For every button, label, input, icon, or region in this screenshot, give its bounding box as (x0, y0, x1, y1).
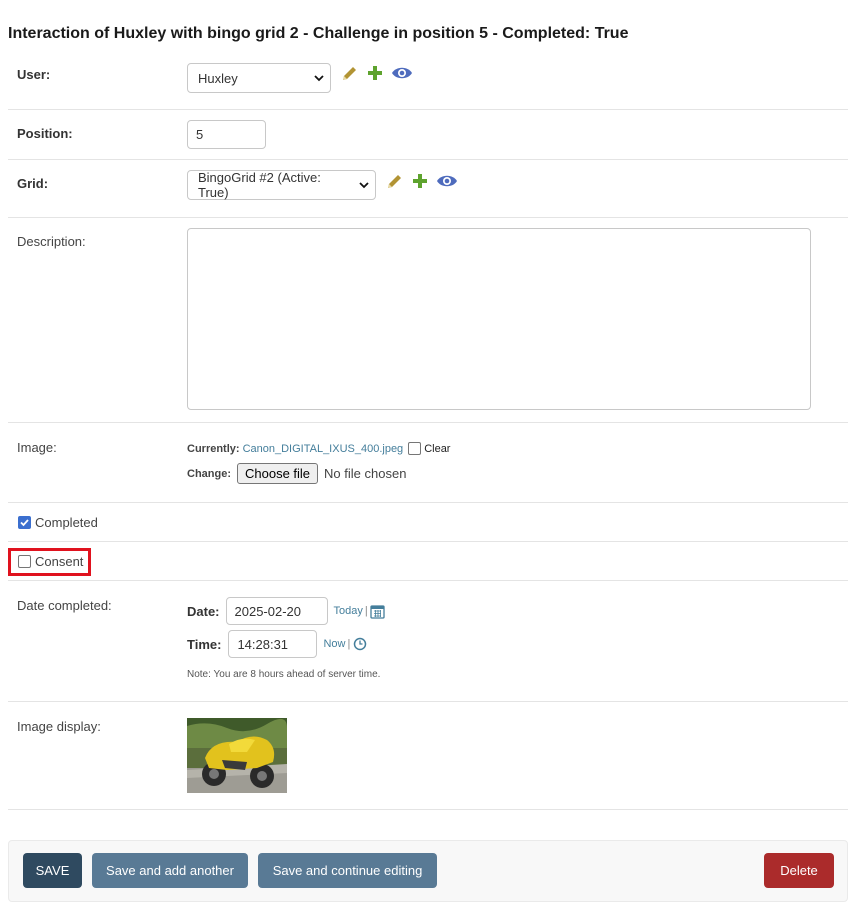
grid-select[interactable]: BingoGrid #2 (Active: True) (187, 170, 376, 200)
date-completed-label: Date completed: (17, 598, 112, 613)
checkmark-icon (20, 519, 29, 527)
description-field-wrap (187, 228, 811, 410)
grid-select-value: BingoGrid #2 (Active: True) (198, 170, 321, 200)
no-file-text: No file chosen (324, 466, 407, 481)
image-display-row: Image display: (8, 702, 848, 810)
edit-pencil-icon[interactable] (386, 172, 404, 190)
time-line: Time: 14:28:31 Now | (187, 630, 367, 658)
time-input[interactable]: 14:28:31 (228, 630, 318, 658)
chevron-down-icon (359, 182, 369, 189)
date-separator: | (364, 605, 368, 617)
add-plus-icon[interactable] (412, 173, 428, 189)
user-actions (341, 64, 413, 82)
current-file-link[interactable]: Canon_DIGITAL_IXUS_400.jpeg (243, 443, 404, 455)
time-separator: | (347, 638, 351, 650)
grid-label: Grid: (17, 176, 49, 191)
choose-file-button[interactable]: Choose file (237, 463, 319, 484)
description-row: Description: (8, 218, 848, 423)
consent-row: Consent (8, 542, 848, 581)
edit-pencil-icon[interactable] (341, 64, 359, 82)
currently-label: Currently: (187, 442, 240, 455)
completed-label: Completed (35, 515, 98, 530)
add-plus-icon[interactable] (367, 65, 383, 81)
date-completed-row: Date completed: Date: 2025-02-20 Today |… (8, 581, 848, 702)
description-textarea[interactable] (187, 228, 811, 410)
user-label: User: (17, 67, 51, 82)
image-display-label: Image display: (17, 719, 101, 734)
grid-actions (386, 172, 458, 190)
page-title: Interaction of Huxley with bingo grid 2 … (8, 25, 629, 42)
date-value: 2025-02-20 (234, 603, 302, 619)
consent-highlight-box (8, 548, 91, 576)
date-label: Date: (187, 603, 220, 619)
time-value: 14:28:31 (237, 636, 289, 652)
user-select-value: Huxley (198, 70, 238, 86)
date-line: Date: 2025-02-20 Today | (187, 597, 385, 625)
position-input[interactable]: 5 (187, 120, 266, 149)
chevron-down-icon (314, 75, 324, 82)
today-link[interactable]: Today (334, 605, 363, 617)
user-row: User: Huxley (8, 52, 848, 110)
save-and-continue-button[interactable]: Save and continue editing (258, 853, 437, 888)
position-value: 5 (196, 127, 204, 142)
now-link[interactable]: Now (323, 638, 345, 650)
clear-checkbox[interactable] (408, 442, 422, 455)
date-input[interactable]: 2025-02-20 (225, 597, 328, 625)
change-label: Change: (187, 467, 231, 480)
completed-row: Completed (8, 503, 848, 542)
position-label: Position: (17, 126, 73, 141)
image-label: Image: (17, 440, 57, 455)
description-label: Description: (17, 234, 86, 249)
position-row: Position: 5 (8, 110, 848, 160)
clock-icon[interactable] (353, 637, 367, 651)
image-current: Currently: Canon_DIGITAL_IXUS_400.jpeg C… (187, 442, 450, 455)
view-eye-icon[interactable] (391, 65, 413, 81)
save-and-add-another-button[interactable]: Save and add another (92, 853, 248, 888)
calendar-icon[interactable] (370, 604, 385, 619)
user-select[interactable]: Huxley (187, 63, 331, 93)
submit-row: SAVE Save and add another Save and conti… (8, 840, 848, 902)
view-eye-icon[interactable] (436, 173, 458, 189)
grid-row: Grid: BingoGrid #2 (Active: True) (8, 160, 848, 218)
time-label: Time: (187, 636, 222, 652)
completed-checkbox[interactable] (18, 516, 31, 529)
clear-label: Clear (424, 442, 451, 455)
delete-button[interactable]: Delete (764, 853, 834, 888)
save-button[interactable]: SAVE (23, 853, 82, 888)
image-row: Image: Currently: Canon_DIGITAL_IXUS_400… (8, 423, 848, 503)
image-change: Change: Choose file No file chosen (187, 463, 406, 484)
motorcycle-image (187, 718, 287, 793)
timezone-note: Note: You are 8 hours ahead of server ti… (187, 669, 381, 680)
